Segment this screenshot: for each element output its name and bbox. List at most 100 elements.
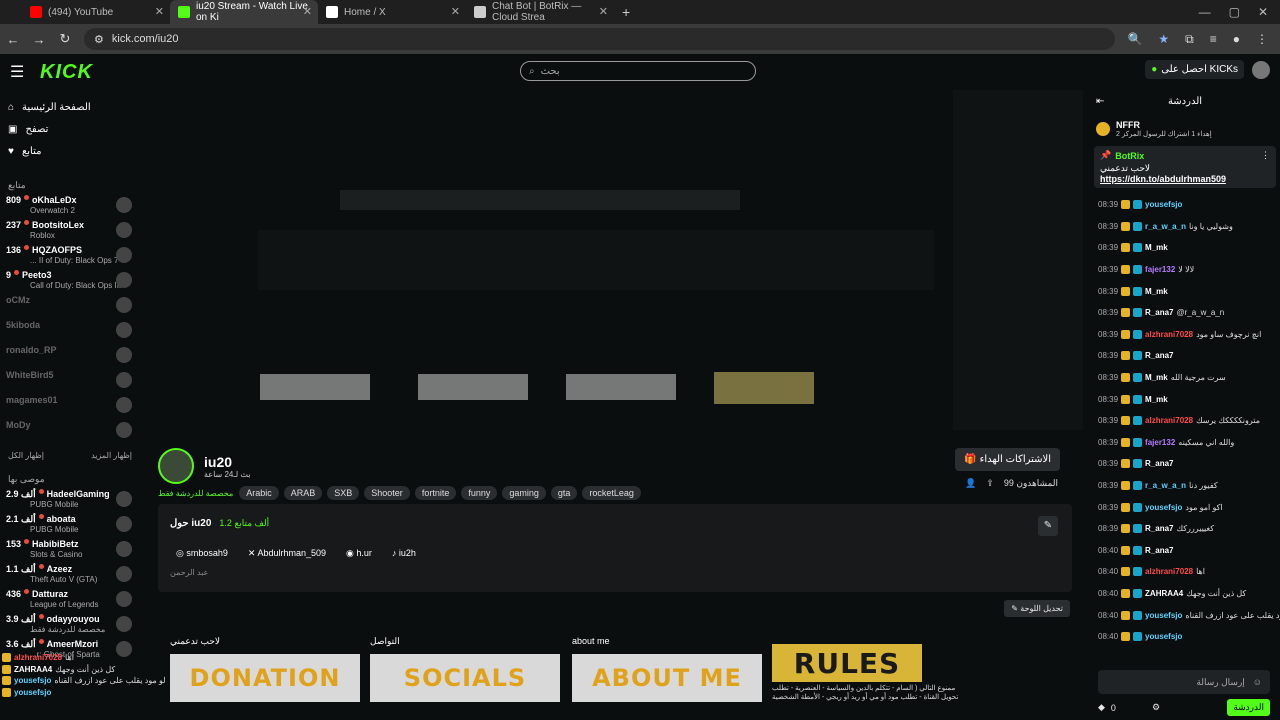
pinned-menu-icon[interactable]: ⋮ <box>1261 150 1270 161</box>
collapse-chat-icon[interactable]: ⇤ <box>1096 96 1104 107</box>
followed-channel[interactable]: MoDy <box>0 420 140 445</box>
chat-settings-icon[interactable]: ⚙ <box>1152 702 1160 713</box>
chat-username[interactable]: yousefsjo <box>1145 632 1182 641</box>
bookmark-star-icon[interactable]: ★ <box>1158 32 1169 47</box>
tab-botrix[interactable]: Chat Bot | BotRix — Cloud Strea ✕ <box>466 0 614 24</box>
edit-about-button[interactable]: ✎ <box>1038 516 1058 536</box>
show-more-link[interactable]: إظهار المزيد <box>91 451 132 460</box>
streamer-avatar[interactable] <box>158 448 194 484</box>
chat-username[interactable]: r_a_w_a_n <box>1145 481 1186 490</box>
donation-panel[interactable]: DONATION <box>170 654 360 702</box>
kick-logo[interactable]: KICK <box>40 61 93 84</box>
stream-tag[interactable]: gaming <box>502 486 546 500</box>
kebab-menu-icon[interactable]: ⋮ <box>1256 32 1268 47</box>
chat-username[interactable]: M_mk <box>1145 243 1168 252</box>
stream-tag[interactable]: funny <box>461 486 498 500</box>
recommended-channel[interactable]: 3.9 ألف odayyouyou مخصصة للدردشة فقط <box>0 614 140 639</box>
forward-icon[interactable]: → <box>32 32 46 47</box>
reload-icon[interactable]: ↻ <box>58 31 72 47</box>
tab-youtube[interactable]: (494) YouTube ✕ <box>22 0 170 24</box>
streamer-name[interactable]: iu20 <box>204 454 250 470</box>
show-all-link[interactable]: إظهار الكل <box>8 451 44 460</box>
emote-icon[interactable]: ☺ <box>1253 677 1262 687</box>
chat-username[interactable]: R_ana7 <box>1145 459 1173 468</box>
followed-channel[interactable]: 136 HQZAOFPS... II of Duty: Black Ops 7 <box>0 245 140 270</box>
stream-tag[interactable]: Shooter <box>364 486 410 500</box>
social-link[interactable]: ✕ Abdulrhman_509 <box>248 548 326 559</box>
social-link[interactable]: ♪ iu2h <box>392 548 416 559</box>
stream-tag[interactable]: rocketLeag <box>582 486 641 500</box>
followed-channel[interactable]: 9 Peeto3 Call of Duty: Black Ops III <box>0 270 140 295</box>
hamburger-icon[interactable]: ☰ <box>10 62 34 82</box>
profile-icon[interactable]: ● <box>1233 32 1240 47</box>
stream-category[interactable]: مخصصة للدردشة فقط <box>158 489 233 498</box>
chat-username[interactable]: M_mk <box>1145 287 1168 296</box>
chat-username[interactable]: M_mk <box>1145 395 1168 404</box>
extensions-icon[interactable]: ⧉ <box>1185 32 1194 47</box>
chat-username[interactable]: r_a_w_a_n <box>1145 222 1186 231</box>
recommended-channel[interactable]: 153 HabibiBetz Slots & Casino <box>0 539 140 564</box>
search-input[interactable]: ⌕ بحث <box>520 61 756 81</box>
social-link[interactable]: ◉ h.ur <box>346 548 372 559</box>
site-info-icon[interactable]: ⚙ <box>94 33 104 46</box>
sidebar-item-home[interactable]: ⌂ الصفحة الرئيسية <box>0 96 140 118</box>
followed-channel[interactable]: 809 oKhaLeDx Overwatch 2 <box>0 195 140 220</box>
rules-panel[interactable]: RULES <box>772 644 922 682</box>
close-tab-icon[interactable]: ✕ <box>303 5 312 18</box>
recommended-channel[interactable]: 2.9 ألف HadeelGaming PUBG Mobile <box>0 489 140 514</box>
chat-username[interactable]: R_ana7 <box>1145 308 1173 317</box>
url-field[interactable]: ⚙ kick.com/iu20 <box>84 28 1116 50</box>
tab-x[interactable]: Home / X ✕ <box>318 0 466 24</box>
chat-username[interactable]: R_ana7 <box>1145 546 1173 555</box>
back-icon[interactable]: ← <box>6 32 20 47</box>
followed-channel[interactable]: magames01 <box>0 395 140 420</box>
recommended-channel[interactable]: 2.1 ألف aboata PUBG Mobile <box>0 514 140 539</box>
followed-channel[interactable]: oCMz <box>0 295 140 320</box>
close-tab-icon[interactable]: ✕ <box>155 5 164 18</box>
stream-tag[interactable]: gta <box>550 486 578 500</box>
stream-tag[interactable]: ARAB <box>283 486 323 500</box>
close-tab-icon[interactable]: ✕ <box>599 5 608 18</box>
pin-icon[interactable]: 📌 <box>1100 150 1111 161</box>
get-kicks-button[interactable]: ● احصل على KICKs <box>1145 60 1244 79</box>
chat-username[interactable]: ZAHRAA4 <box>1145 589 1183 598</box>
minimize-icon[interactable]: — <box>1199 0 1211 24</box>
chat-username[interactable]: M_mk <box>1145 373 1168 382</box>
recommended-channel[interactable]: 1.1 ألف Azeez Theft Auto V (GTA) <box>0 564 140 589</box>
chat-username[interactable]: alzhrani7028 <box>1145 330 1193 339</box>
followed-channel[interactable]: WhiteBird5 <box>0 370 140 395</box>
social-link[interactable]: ◎ smbosah9 <box>176 548 228 559</box>
share-icon[interactable]: ⇪ <box>986 478 994 489</box>
sidebar-item-following[interactable]: ♥ متابع <box>0 140 140 162</box>
user-avatar[interactable] <box>1252 60 1270 79</box>
close-tab-icon[interactable]: ✕ <box>451 5 460 18</box>
stream-tag[interactable]: Arabic <box>239 486 279 500</box>
gift-subs-button[interactable]: 🎁 الاشتراكات الهداء <box>955 448 1060 471</box>
stream-tag[interactable]: SXB <box>327 486 360 500</box>
chat-username[interactable]: yousefsjo <box>1145 200 1182 209</box>
sidebar-item-browse[interactable]: ▣ تصفح <box>0 118 140 140</box>
chat-input[interactable]: إرسال رسالة ☺ <box>1098 670 1270 694</box>
maximize-icon[interactable]: ▢ <box>1229 0 1240 24</box>
followed-channel[interactable]: 237 BootsitoLex Roblox <box>0 220 140 245</box>
chat-username[interactable]: alzhrani7028 <box>1145 416 1193 425</box>
close-window-icon[interactable]: ✕ <box>1258 0 1268 24</box>
chat-username[interactable]: R_ana7 <box>1145 351 1173 360</box>
followed-channel[interactable]: ronaldo_RP <box>0 345 140 370</box>
chat-username[interactable]: R_ana7 <box>1145 524 1173 533</box>
chat-username[interactable]: fajer132 <box>1145 265 1175 274</box>
tab-kick[interactable]: iu20 Stream - Watch Live on Ki ✕ <box>170 0 318 24</box>
edit-panels-button[interactable]: ✎ تحديل اللوحة <box>1004 600 1070 617</box>
chat-username[interactable]: fajer132 <box>1145 438 1175 447</box>
chat-username[interactable]: yousefsjo <box>1145 503 1182 512</box>
socials-panel[interactable]: SOCIALS <box>370 654 560 702</box>
recommended-channel[interactable]: 436 Datturaz League of Legends <box>0 589 140 614</box>
stream-tag[interactable]: fortnite <box>414 486 457 500</box>
media-icon[interactable]: ≡ <box>1210 32 1217 47</box>
chat-username[interactable]: alzhrani7028 <box>1145 567 1193 576</box>
followed-channel[interactable]: 5kiboda <box>0 320 140 345</box>
follow-icon[interactable]: 👤 <box>965 478 976 489</box>
send-chat-button[interactable]: الدردشة <box>1227 699 1270 716</box>
new-tab-button[interactable]: + <box>614 0 638 24</box>
chat-username[interactable]: yousefsjo <box>1145 611 1182 620</box>
